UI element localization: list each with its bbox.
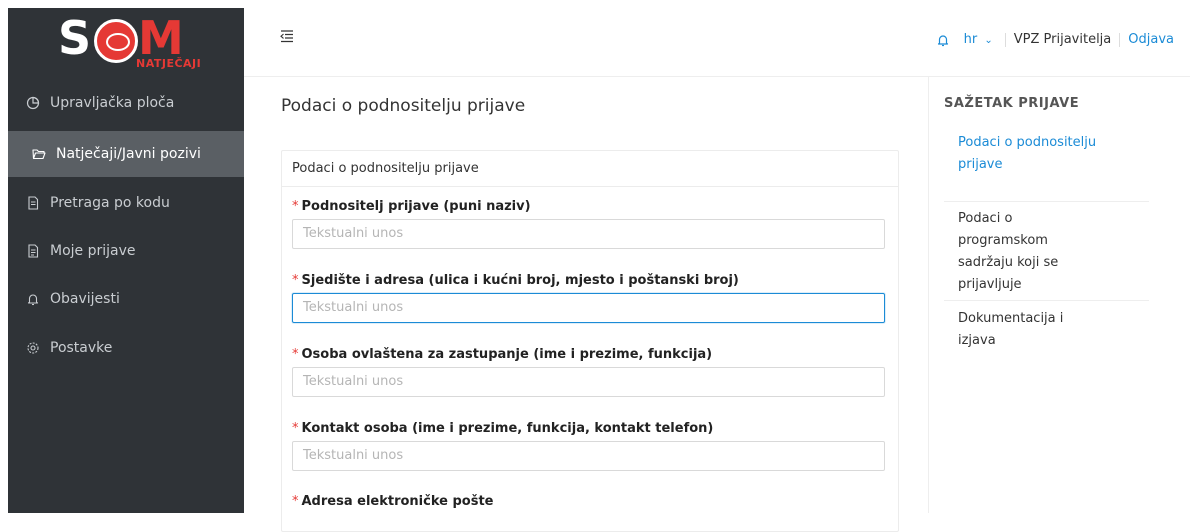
logo-emblem-icon: [94, 19, 138, 63]
sidebar-item-label: Natječaji/Javni pozivi: [56, 146, 201, 162]
sidebar: S M NATJEČAJI Upravljačka ploča Natječaj…: [8, 8, 244, 513]
summary-title: SAŽETAK PRIJAVE: [944, 96, 1080, 111]
field-label-email: * Adresa elektroničke pošte: [292, 494, 494, 509]
required-marker: *: [292, 494, 299, 509]
folder-open-icon: [32, 147, 46, 161]
document-icon: [26, 196, 40, 210]
logout-link[interactable]: Odjava: [1128, 32, 1174, 47]
chevron-down-icon: ⌄: [984, 35, 993, 46]
menu-toggle-icon[interactable]: [280, 28, 294, 43]
card-title: Podaci o podnositelju prijave: [282, 151, 898, 187]
header-divider: [1119, 32, 1121, 47]
sidebar-item-obavijesti[interactable]: Obavijesti: [8, 276, 244, 322]
sidebar-item-label: Upravljačka ploča: [50, 95, 175, 111]
contact-person-field[interactable]: [292, 441, 885, 471]
header-divider: [1004, 32, 1006, 47]
user-name: VPZ Prijavitelja: [1013, 32, 1112, 47]
logo-subtitle: NATJEČAJI: [136, 57, 202, 70]
sidebar-item-postavke[interactable]: Postavke: [8, 325, 244, 371]
field-label-contact-person: * Kontakt osoba (ime i prezime, funkcija,…: [292, 421, 714, 436]
summary-item-program[interactable]: Podaci o programskom sadržaju koji se pr…: [944, 208, 1149, 296]
language-selector[interactable]: hr ⌄: [964, 32, 993, 47]
required-marker: *: [292, 199, 299, 214]
logo-letter-s: S: [58, 11, 91, 65]
field-label-applicant-name: * Podnositelj prijave (puni naziv): [292, 199, 531, 214]
gear-icon: [26, 341, 40, 355]
bell-icon: [26, 292, 40, 306]
app-logo[interactable]: S M NATJEČAJI: [8, 8, 244, 78]
language-code: hr: [963, 32, 978, 47]
top-header: hr ⌄ VPZ Prijavitelja Odjava: [244, 8, 1190, 77]
required-marker: *: [292, 273, 299, 288]
sidebar-item-moje-prijave[interactable]: Moje prijave: [8, 228, 244, 274]
applicant-name-field[interactable]: [292, 219, 885, 249]
document-icon: [26, 244, 40, 258]
notifications-bell-icon[interactable]: [936, 33, 950, 47]
sidebar-item-natjecaji[interactable]: Natječaji/Javni pozivi: [8, 131, 244, 177]
summary-separator: [944, 300, 1149, 301]
sidebar-item-dashboard[interactable]: Upravljačka ploča: [8, 80, 244, 126]
required-marker: *: [292, 421, 299, 436]
address-field[interactable]: [292, 293, 885, 323]
sidebar-item-label: Moje prijave: [50, 243, 136, 259]
sidebar-item-label: Obavijesti: [50, 291, 120, 307]
dashboard-icon: [26, 96, 40, 110]
field-label-representative: * Osoba ovlaštena za zastupanje (ime i pr…: [292, 347, 713, 362]
required-marker: *: [292, 347, 299, 362]
representative-field[interactable]: [292, 367, 885, 397]
summary-divider: [928, 76, 929, 513]
sidebar-item-label: Pretraga po kodu: [50, 195, 170, 211]
summary-item-documentation[interactable]: Dokumentacija i izjava: [944, 308, 1149, 352]
summary-item-applicant[interactable]: Podaci o podnositelju prijave: [944, 132, 1149, 176]
summary-separator: [944, 201, 1149, 202]
sidebar-item-pretraga[interactable]: Pretraga po kodu: [8, 180, 244, 226]
sidebar-item-label: Postavke: [50, 340, 113, 356]
applicant-form-card: Podaci o podnositelju prijave * Podnosite…: [281, 150, 899, 532]
page-title: Podaci o podnositelju prijave: [281, 96, 526, 116]
field-label-address: * Sjedište i adresa (ulica i kućni broj, …: [292, 273, 739, 288]
